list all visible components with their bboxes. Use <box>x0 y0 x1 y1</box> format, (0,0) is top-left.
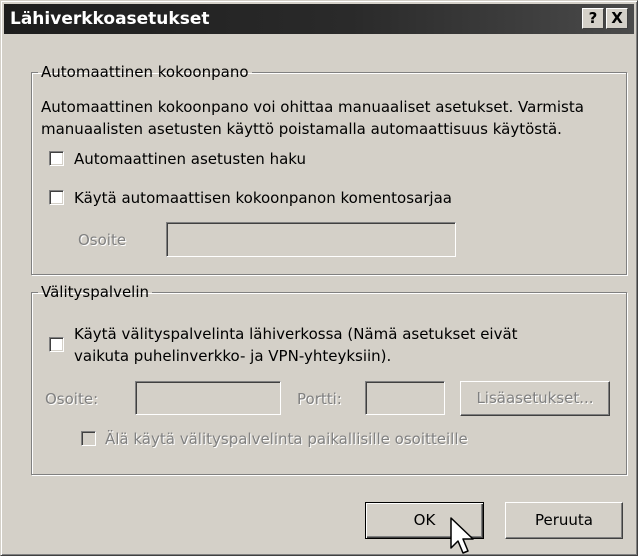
auto-config-description-line1: Automaattinen kokoonpano voi ohittaa man… <box>41 98 584 116</box>
auto-config-legend: Automaattinen kokoonpano <box>41 63 249 81</box>
title-bar[interactable]: Lähiverkkoasetukset ? X <box>4 4 634 34</box>
help-button[interactable]: ? <box>582 8 604 29</box>
use-script-label[interactable]: Käytä automaattisen kokoonpanon komentos… <box>74 189 452 207</box>
auto-detect-checkbox[interactable] <box>49 151 64 166</box>
auto-detect-label[interactable]: Automaattinen asetusten haku <box>74 150 306 168</box>
cancel-button[interactable]: Peruuta <box>505 502 623 539</box>
proxy-port-input[interactable] <box>365 381 445 415</box>
proxy-address-input[interactable] <box>135 381 281 415</box>
use-script-checkbox[interactable] <box>49 190 64 205</box>
proxy-address-label: Osoite: <box>45 390 99 408</box>
close-button[interactable]: X <box>606 8 628 29</box>
auto-config-description: Automaattinen kokoonpano voi ohittaa man… <box>41 96 626 140</box>
bypass-local-label[interactable]: Älä käytä välityspalvelinta paikallisill… <box>105 430 468 448</box>
use-proxy-label[interactable]: Käytä välityspalvelinta lähiverkossa (Nä… <box>74 323 518 367</box>
script-address-input[interactable] <box>166 222 456 257</box>
advanced-button[interactable]: Lisäasetukset... <box>460 381 610 416</box>
auto-config-description-line2: manuaalisten asetusten käyttö poistamall… <box>41 120 562 138</box>
lan-settings-dialog: Lähiverkkoasetukset ? X Automaattinen ko… <box>0 0 638 556</box>
window-title: Lähiverkkoasetukset <box>10 9 210 29</box>
bypass-local-checkbox[interactable] <box>81 431 96 446</box>
proxy-legend: Välityspalvelin <box>41 283 150 301</box>
use-proxy-checkbox[interactable] <box>49 337 64 352</box>
arrow-cursor-icon <box>450 517 474 554</box>
use-proxy-label-line2: vaikuta puhelinverkko- ja VPN-yhteyksiin… <box>74 347 392 365</box>
script-address-label: Osoite <box>78 231 127 249</box>
proxy-port-label: Portti: <box>297 390 342 408</box>
use-proxy-label-line1: Käytä välityspalvelinta lähiverkossa (Nä… <box>74 325 518 343</box>
